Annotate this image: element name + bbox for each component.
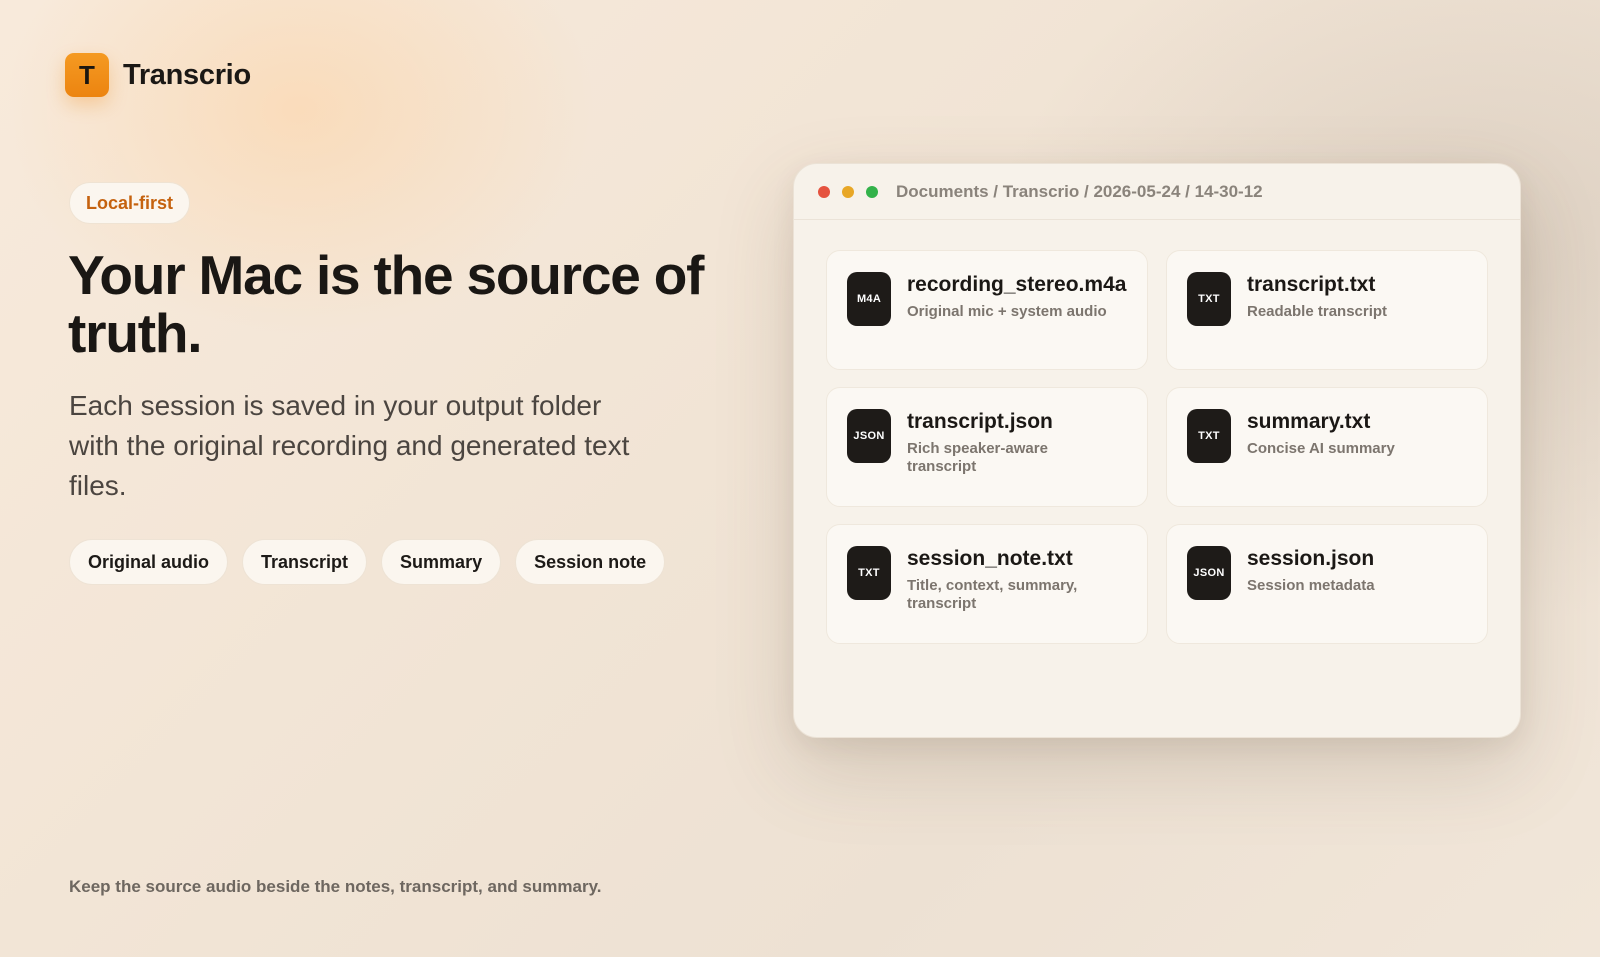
file-name: session.json xyxy=(1247,547,1375,570)
file-description: Readable transcript xyxy=(1247,303,1388,320)
txt-file-icon: TXT xyxy=(1187,272,1231,326)
session-folder-window: Documents / Transcrio / 2026-05-24 / 14-… xyxy=(793,163,1521,738)
file-grid: M4A recording_stereo.m4a Original mic + … xyxy=(826,250,1488,644)
m4a-file-icon: M4A xyxy=(847,272,891,326)
file-card-summary-txt[interactable]: TXT summary.txt Concise AI summary xyxy=(1166,387,1488,507)
feature-chips: Original audio Transcript Summary Sessio… xyxy=(69,539,666,585)
file-description: Original mic + system audio xyxy=(907,303,1107,320)
window-zoom-button[interactable] xyxy=(866,185,878,198)
file-card-recording-stereo[interactable]: M4A recording_stereo.m4a Original mic + … xyxy=(826,250,1148,370)
transcrio-logo-icon: T xyxy=(65,53,109,97)
json-file-icon: JSON xyxy=(847,409,891,463)
window-minimize-button[interactable] xyxy=(842,185,854,198)
chip-original-audio: Original audio xyxy=(69,539,229,585)
chip-summary: Summary xyxy=(381,539,502,585)
folder-path: Documents / Transcrio / 2026-05-24 / 14-… xyxy=(896,181,1263,201)
file-name: session_note.txt xyxy=(907,547,1073,570)
file-name: summary.txt xyxy=(1247,410,1371,433)
chip-session-note: Session note xyxy=(515,539,666,585)
local-first-badge: Local-first xyxy=(69,182,191,224)
hero-title: Your Mac is the source of truth. xyxy=(68,244,704,364)
file-description: Concise AI summary xyxy=(1247,440,1395,457)
brand: T Transcrio xyxy=(65,53,251,97)
window-close-button[interactable] xyxy=(818,185,830,198)
file-name: recording_stereo.m4a xyxy=(907,273,1127,296)
txt-file-icon: TXT xyxy=(847,546,891,600)
footer-note: Keep the source audio beside the notes, … xyxy=(69,877,602,896)
txt-file-icon: TXT xyxy=(1187,409,1231,463)
file-description: Session metadata xyxy=(1247,577,1375,594)
file-card-transcript-json[interactable]: JSON transcript.json Rich speaker-aware … xyxy=(826,387,1148,507)
file-description: Title, context, summary, transcript xyxy=(907,577,1078,612)
json-file-icon: JSON xyxy=(1187,546,1231,600)
file-description: Rich speaker-aware transcript xyxy=(907,440,1048,475)
brand-name: Transcrio xyxy=(123,58,251,91)
file-name: transcript.json xyxy=(907,410,1053,433)
file-card-transcript-txt[interactable]: TXT transcript.txt Readable transcript xyxy=(1166,250,1488,370)
file-name: transcript.txt xyxy=(1247,273,1376,296)
window-title-bar: Documents / Transcrio / 2026-05-24 / 14-… xyxy=(794,164,1520,220)
chip-transcript: Transcript xyxy=(242,539,368,585)
file-card-session-note[interactable]: TXT session_note.txt Title, context, sum… xyxy=(826,524,1148,644)
hero-description: Each session is saved in your output fol… xyxy=(69,390,630,501)
file-card-session-json[interactable]: JSON session.json Session metadata xyxy=(1166,524,1488,644)
